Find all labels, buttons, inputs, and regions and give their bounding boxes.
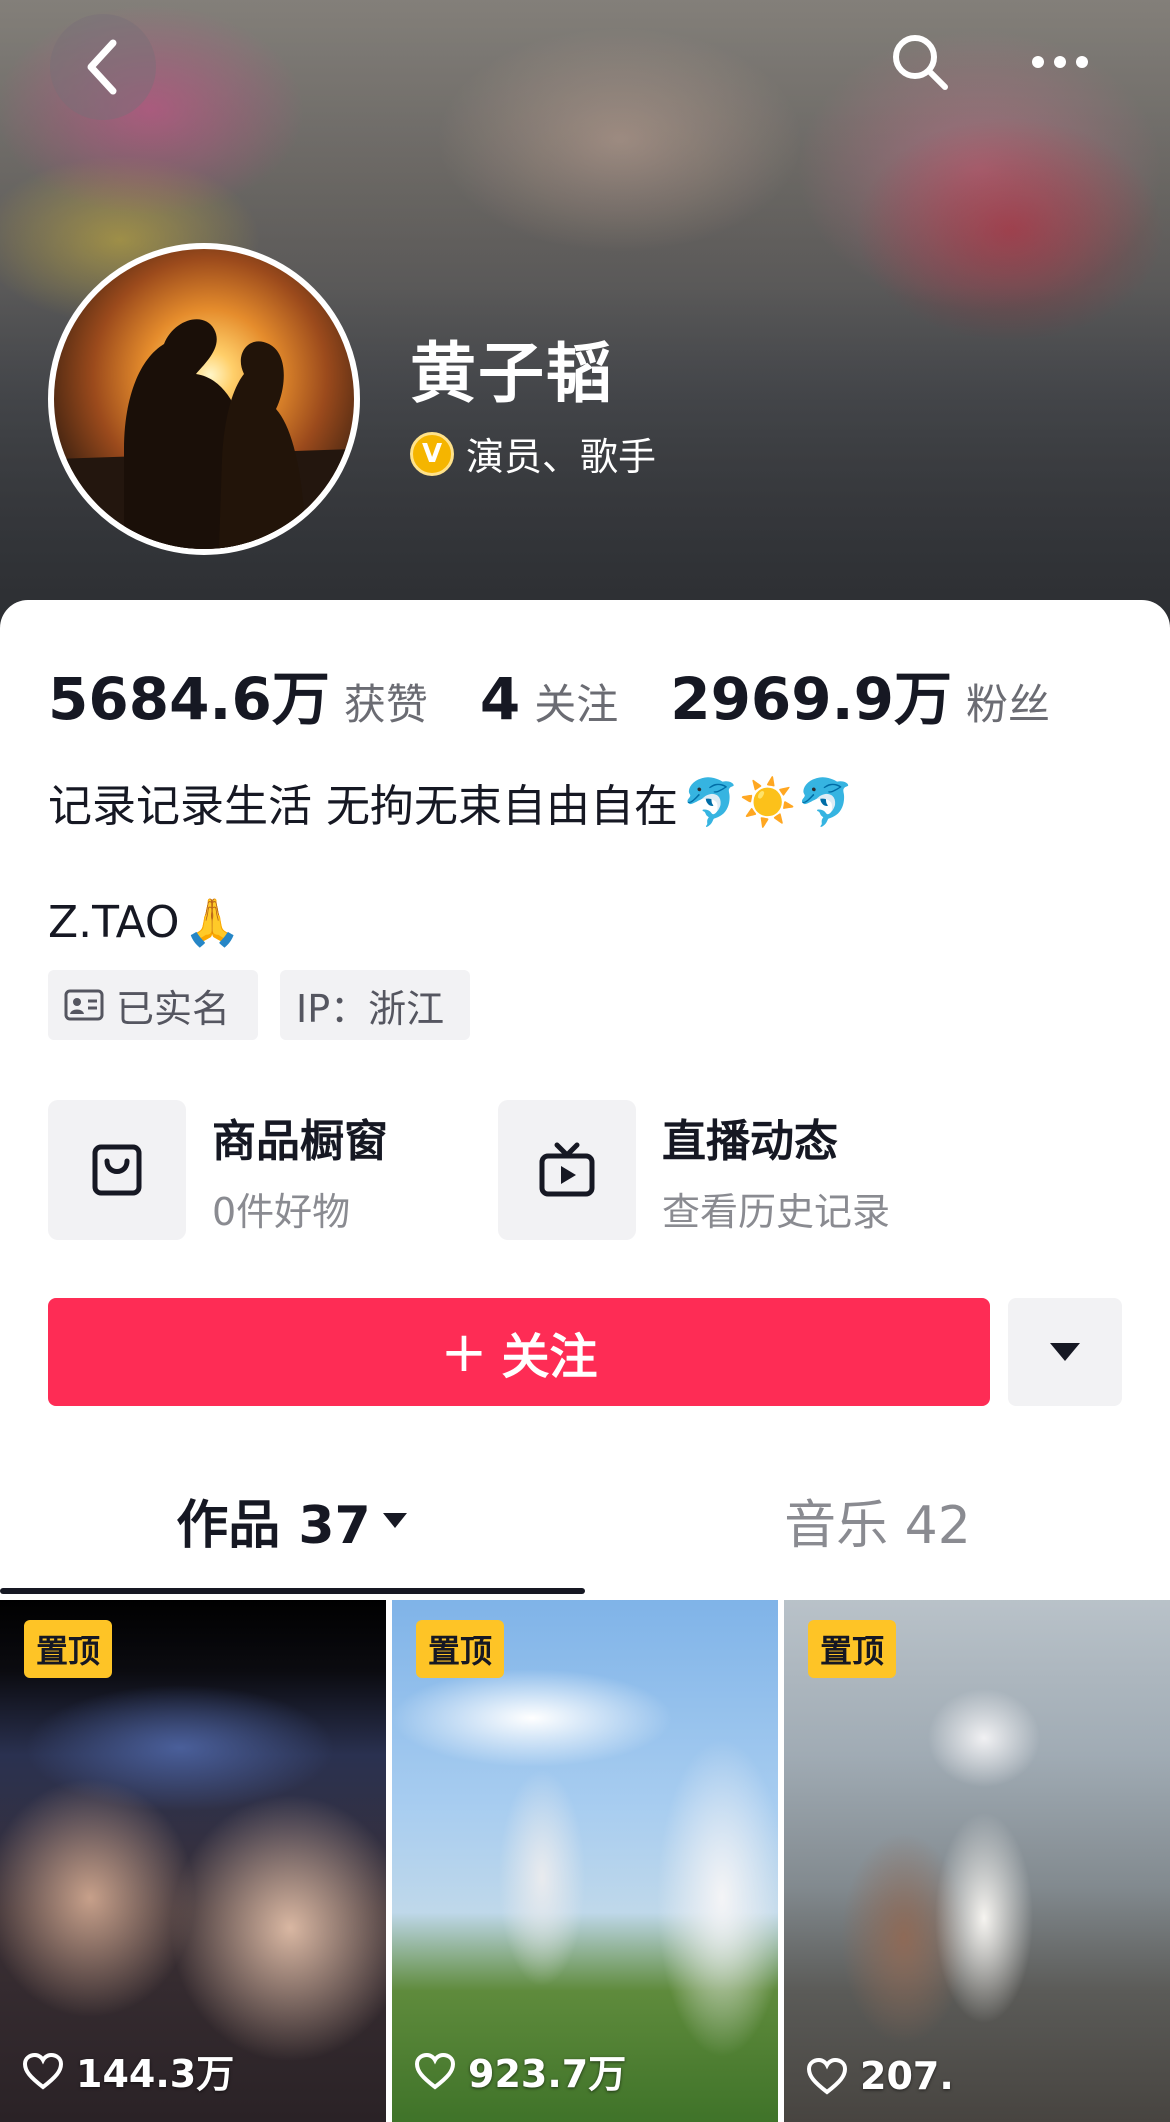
profile-card: 5684.6万 获赞 4 关注 2969.9万 粉丝 记录记录生活 无拘无束自由…	[0, 600, 1170, 1600]
realname-tag: 已实名	[48, 970, 258, 1040]
follow-button[interactable]: + 关注	[48, 1298, 990, 1406]
tab-works[interactable]: 作品 37	[0, 1470, 585, 1570]
back-button[interactable]	[50, 14, 156, 120]
recommend-dropdown-button[interactable]	[1008, 1298, 1122, 1406]
stat-likes-value: 5684.6万	[48, 665, 330, 733]
video-likes-count: 923.7万	[468, 2052, 627, 2096]
bio-emojis: 🐬☀️🐬	[682, 774, 854, 829]
live-history-title: 直播动态	[662, 1115, 838, 1167]
heart-icon	[806, 2057, 848, 2095]
video-thumbnail[interactable]: 置顶 923.7万	[392, 1598, 778, 2122]
verification-title: 演员、歌手	[466, 435, 657, 479]
shop-window-entry[interactable]: 商品橱窗 0件好物	[48, 1100, 388, 1240]
verification-row: V 演员、歌手	[410, 426, 656, 481]
chevron-left-icon	[87, 39, 117, 95]
video-thumbnail[interactable]: 置顶 144.3万	[0, 1598, 386, 2122]
more-button[interactable]	[1020, 22, 1100, 102]
video-likes-count: 207.	[860, 2054, 954, 2098]
stat-likes-label: 获赞	[343, 680, 428, 729]
live-history-entry[interactable]: 直播动态 查看历史记录	[498, 1100, 890, 1240]
pinned-badge: 置顶	[24, 1620, 113, 1678]
tv-icon	[498, 1100, 636, 1240]
content-tabs: 作品 37 音乐 42	[0, 1470, 1170, 1570]
avatar[interactable]	[48, 243, 360, 555]
shop-window-subtitle: 0件好物	[212, 1189, 351, 1234]
verified-badge-icon: V	[410, 431, 454, 476]
video-grid: 置顶 144.3万 置顶 923.7万 置顶 207.	[0, 1598, 1170, 2122]
shop-window-title: 商品橱窗	[212, 1115, 388, 1167]
pray-emoji: 🙏	[183, 895, 241, 949]
plus-icon: +	[440, 1319, 488, 1385]
caret-down-icon	[1050, 1343, 1080, 1361]
video-likes: 207.	[806, 2054, 954, 2098]
bio-signature: Z.TAO 🙏	[48, 895, 241, 950]
avatar-image	[54, 319, 354, 549]
signature-text: Z.TAO	[48, 897, 180, 948]
video-likes-count: 144.3万	[76, 2052, 235, 2096]
caret-down-icon	[381, 1510, 409, 1530]
tab-music[interactable]: 音乐 42	[585, 1470, 1170, 1570]
ip-location-label: IP：浙江	[296, 986, 445, 1031]
stat-following-value: 4	[479, 665, 521, 733]
stat-likes: 5684.6万 获赞	[48, 652, 428, 736]
pinned-badge: 置顶	[416, 1620, 505, 1678]
stat-following[interactable]: 4 关注	[480, 665, 618, 733]
display-name: 黄子韬	[410, 335, 614, 412]
live-history-subtitle: 查看历史记录	[662, 1189, 891, 1234]
active-tab-indicator	[0, 1588, 585, 1594]
stat-followers-value: 2969.9万	[670, 665, 953, 733]
ip-location-tag: IP：浙江	[280, 970, 470, 1040]
follow-label: 关注	[501, 1329, 598, 1385]
pinned-badge: 置顶	[808, 1620, 897, 1678]
tab-works-label: 作品 37	[176, 1495, 371, 1556]
bio: 记录记录生活 无拘无束自由自在 🐬☀️🐬	[48, 770, 854, 834]
video-likes: 923.7万	[414, 2043, 626, 2098]
stat-followers[interactable]: 2969.9万 粉丝	[670, 652, 1050, 736]
video-likes: 144.3万	[22, 2043, 234, 2098]
shopping-bag-icon	[48, 1100, 186, 1240]
more-horizontal-icon	[1032, 56, 1088, 68]
stats-row: 5684.6万 获赞 4 关注 2969.9万 粉丝	[48, 652, 1102, 736]
search-icon	[893, 35, 948, 90]
stat-following-label: 关注	[534, 680, 619, 729]
realname-label: 已实名	[116, 986, 231, 1031]
id-card-icon	[64, 989, 104, 1021]
heart-icon	[22, 2052, 64, 2090]
search-button[interactable]	[880, 22, 960, 102]
stat-followers-label: 粉丝	[966, 680, 1051, 729]
bio-text: 记录记录生活 无拘无束自由自在	[48, 781, 678, 832]
tab-music-label: 音乐 42	[784, 1495, 971, 1556]
video-thumbnail[interactable]: 置顶 207.	[784, 1598, 1170, 2122]
heart-icon	[414, 2052, 456, 2090]
